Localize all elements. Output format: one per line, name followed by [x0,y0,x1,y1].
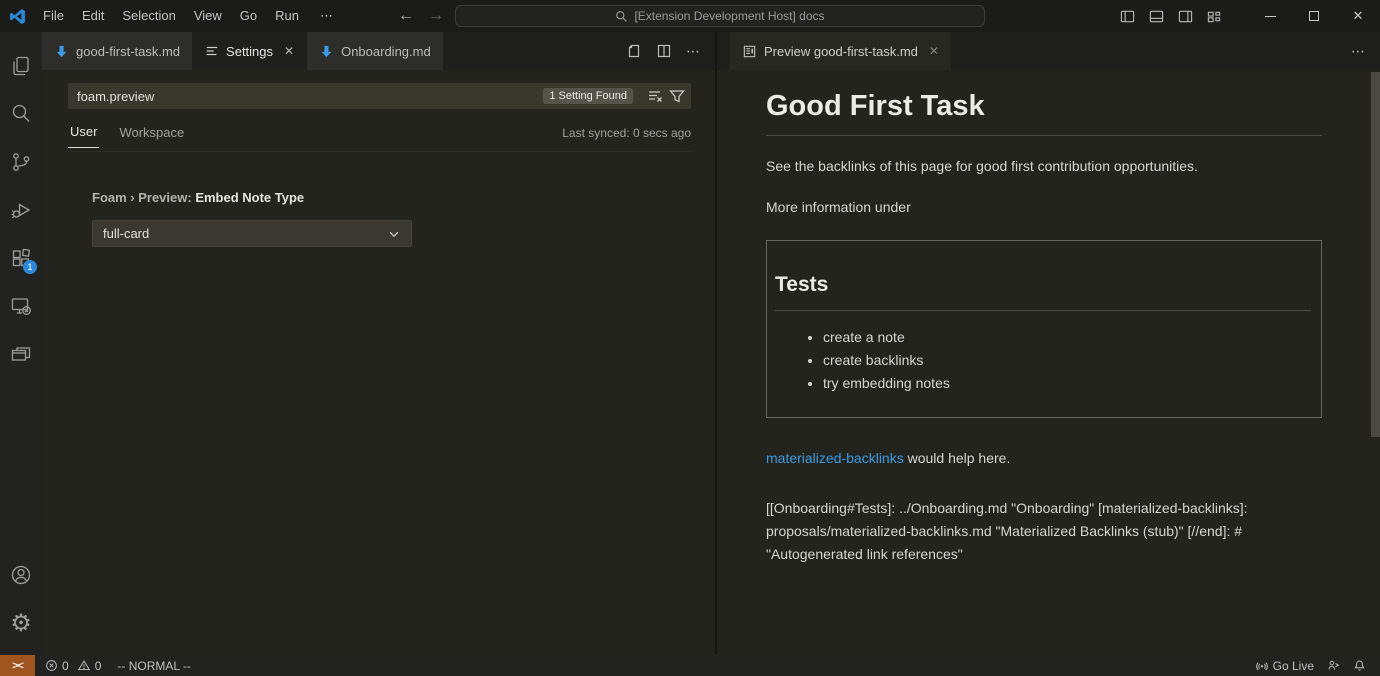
markdown-file-icon [319,44,334,59]
explorer-icon[interactable] [0,42,42,90]
settings-scope-tabs: User Workspace Last synced: 0 secs ago [68,121,691,152]
tab-good-first-task[interactable]: good-first-task.md [42,32,192,70]
search-icon [615,10,628,23]
embed-note-type-value: full-card [103,226,149,241]
warning-count: 0 [95,659,102,673]
menu-selection[interactable]: Selection [113,0,184,32]
editor-more-actions-icon[interactable]: ⋯ [686,43,701,60]
embedded-note-list: create a note create backlinks try embed… [775,326,1311,395]
split-editor-icon[interactable] [656,43,672,59]
broadcast-icon [1255,659,1269,672]
embedded-note-heading: Tests [775,273,1311,311]
markdown-preview-icon [742,44,757,59]
settings-gear-icon[interactable]: ⚙ [0,599,42,647]
markdown-file-icon [54,44,69,59]
close-window-button[interactable]: ✕ [1336,0,1380,32]
menu-go[interactable]: Go [231,0,266,32]
search-view-icon[interactable] [0,90,42,138]
remote-indicator[interactable]: >< [0,655,35,676]
preview-intro-paragraph: See the backlinks of this page for good … [766,156,1322,177]
settings-search-value: foam.preview [77,89,543,104]
live-share-icon[interactable] [1320,655,1347,676]
command-center-label: [Extension Development Host] docs [634,9,824,23]
minimize-button[interactable] [1248,0,1292,32]
preview-editor-group: Preview good-first-task.md ✕ ⋯ Good Firs… [717,32,1380,655]
activity-bar: 1 ⚙ [0,32,42,655]
warning-icon [77,659,91,672]
source-control-icon[interactable] [0,138,42,186]
command-center[interactable]: [Extension Development Host] docs [455,5,985,27]
scope-tab-workspace[interactable]: Workspace [117,125,186,148]
preview-scrollbar[interactable] [1371,72,1380,437]
close-tab-icon[interactable]: ✕ [284,44,294,58]
problems-indicator[interactable]: 0 0 [39,655,111,676]
vim-mode-indicator[interactable]: -- NORMAL -- [111,655,197,676]
settings-result-count-badge: 1 Setting Found [543,88,633,104]
title-bar: File Edit Selection View Go Run ⋯ ← → [E… [0,0,1380,32]
menu-run[interactable]: Run [266,0,308,32]
tab-preview-good-first-task[interactable]: Preview good-first-task.md ✕ [730,32,951,70]
list-item: create backlinks [823,349,1311,372]
nav-forward-icon[interactable]: → [428,7,444,25]
filter-settings-icon[interactable] [669,88,685,104]
close-tab-icon[interactable]: ✕ [929,44,939,58]
customize-layout-icon[interactable] [1207,9,1222,24]
nav-back-icon[interactable]: ← [398,7,414,25]
run-debug-icon[interactable] [0,186,42,234]
toggle-panel-icon[interactable] [1149,9,1164,24]
setting-category-label: Foam › Preview: [92,190,195,205]
left-tab-bar: good-first-task.md Settings ✕ Onboarding… [42,32,715,70]
remote-explorer-icon[interactable] [0,282,42,330]
embed-note-type-select[interactable]: full-card [92,220,412,247]
materialized-backlinks-link[interactable]: materialized-backlinks [766,450,904,466]
open-preview-icon[interactable] [626,43,642,59]
menu-edit[interactable]: Edit [73,0,113,32]
accounts-icon[interactable] [0,551,42,599]
embedded-note-card: Tests create a note create backlinks try… [766,240,1322,418]
chevron-down-icon [387,227,401,241]
windows-panels-icon[interactable] [0,330,42,378]
editor-more-actions-icon[interactable]: ⋯ [1351,43,1366,60]
preview-more-info-paragraph: More information under [766,197,1322,218]
notifications-bell-icon[interactable] [1347,655,1372,676]
error-icon [45,659,58,672]
help-paragraph: materialized-backlinks would help here. [766,448,1322,469]
menu-more-icon[interactable]: ⋯ [308,8,347,24]
settings-list-icon [205,44,219,58]
menu-view[interactable]: View [185,0,231,32]
settings-search-input[interactable]: foam.preview 1 Setting Found [68,83,691,109]
maximize-button[interactable] [1292,0,1336,32]
vscode-logo-icon [0,8,34,25]
tab-settings[interactable]: Settings ✕ [193,32,306,70]
scope-tab-user[interactable]: User [68,124,99,148]
toggle-secondary-sidebar-icon[interactable] [1178,9,1193,24]
status-bar: >< 0 0 -- NORMAL -- Go Live [0,655,1380,676]
list-item: try embedding notes [823,372,1311,395]
markdown-preview-content: Good First Task See the backlinks of thi… [717,70,1380,566]
preview-title: Good First Task [766,90,1322,136]
right-tab-bar: Preview good-first-task.md ✕ ⋯ [717,32,1380,70]
list-item: create a note [823,326,1311,349]
extensions-icon[interactable]: 1 [0,234,42,282]
error-count: 0 [62,659,69,673]
go-live-button[interactable]: Go Live [1249,655,1320,676]
settings-editor-group: good-first-task.md Settings ✕ Onboarding… [42,32,717,655]
tab-onboarding[interactable]: Onboarding.md [307,32,443,70]
toggle-sidebar-icon[interactable] [1120,9,1135,24]
setting-item-embed-note-type: Foam › Preview: Embed Note Type full-car… [68,152,691,247]
menu-file[interactable]: File [34,0,73,32]
setting-name-label: Embed Note Type [195,190,304,205]
clear-settings-filter-icon[interactable] [647,88,663,104]
extensions-badge: 1 [23,260,37,274]
link-references-paragraph: [[Onboarding#Tests]: ../Onboarding.md "O… [766,497,1322,566]
last-synced-label: Last synced: 0 secs ago [562,126,691,146]
